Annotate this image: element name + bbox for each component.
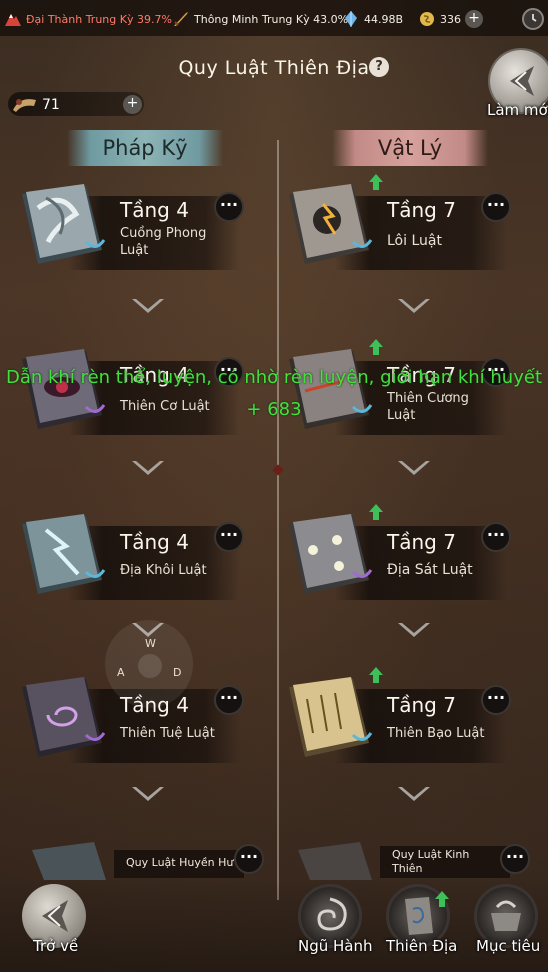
chevron-down-icon (398, 299, 430, 313)
reward-notification-text: Dẫn khí rèn thể, luyện, có nhờ rèn luyện… (5, 367, 543, 388)
realm-stat: Đại Thành Trung Kỳ 39.7% (4, 10, 172, 28)
add-resource-button[interactable]: + (123, 95, 142, 114)
realm-stat-text: Đại Thành Trung Kỳ 39.7% (26, 12, 172, 26)
upgrade-arrow-icon (435, 891, 449, 907)
more-options-button[interactable]: ··· (500, 844, 530, 874)
card-tier: Tầng 4 (120, 198, 189, 222)
more-options-button[interactable]: ··· (481, 192, 511, 222)
card-tier: Tầng 4 (120, 530, 189, 554)
tome-icon (32, 842, 106, 880)
card-name: Thiên Tuệ Luật (120, 726, 215, 741)
column-header-phap-ky[interactable]: Pháp Kỹ (67, 130, 223, 166)
more-options-button[interactable]: ··· (214, 522, 244, 552)
joystick-key-w: W (145, 637, 156, 650)
crystal-icon (345, 11, 357, 27)
more-options-button[interactable]: ··· (481, 685, 511, 715)
more-options-button[interactable]: ··· (234, 844, 264, 874)
coin-icon (420, 12, 434, 26)
joystick-knob[interactable] (138, 654, 162, 678)
intellect-stat-text: Thông Minh Trung Kỳ 43.0% (194, 12, 349, 26)
card-name: Địa Sát Luật (387, 562, 473, 578)
skill-card-thien-co[interactable]: Tầng 4 Thiên Cơ Luật ··· (8, 345, 244, 445)
lightning-tome-icon (22, 514, 106, 594)
card-name: Cuồng Phong Luật (120, 226, 207, 258)
skill-card-loi-luat[interactable]: Tầng 7 Lôi Luật ··· (275, 174, 511, 280)
top-status-bar: Đại Thành Trung Kỳ 39.7% Thông Minh Trun… (0, 0, 548, 36)
scroll-icon (13, 99, 36, 112)
chevron-down-icon (398, 623, 430, 637)
skill-card-kinh-thien[interactable]: Quy Luật Kinh Thiên ··· (282, 840, 542, 880)
flower-tome-icon (289, 514, 373, 594)
card-tier: Tầng 7 (387, 693, 456, 717)
wind-tome-icon (22, 184, 106, 264)
chevron-down-icon (398, 787, 430, 801)
skill-card-huyen-hu[interactable]: Quy Luật Huyền Hư ··· (10, 840, 270, 880)
page-title: Quy Luật Thiên Địa (178, 57, 370, 79)
coin-value: 336 (440, 12, 461, 26)
resource-count: 71 (42, 97, 60, 113)
joystick-key-d: D (173, 666, 182, 679)
vortex-tome-icon (22, 677, 106, 757)
column-header-vat-ly[interactable]: Vật Lý (332, 130, 488, 166)
skill-card-dia-khoi[interactable]: Tầng 4 Địa Khôi Luật ··· (8, 510, 244, 610)
spirit-stone-value: 44.98B (364, 12, 404, 26)
card-name: Địa Khôi Luật (120, 563, 207, 578)
card-tier: Tầng 7 (387, 530, 456, 554)
chevron-down-icon (132, 787, 164, 801)
chevron-down-icon (132, 299, 164, 313)
sigil-tome-icon (289, 349, 373, 429)
reward-notification-value: + 683 (246, 399, 302, 420)
card-name: Quy Luật Kinh Thiên (392, 848, 470, 875)
muc-tieu-label: Mục tiêu (476, 937, 541, 955)
spirit-stone-stat: 44.98B (342, 10, 403, 28)
more-options-button[interactable]: ··· (481, 522, 511, 552)
refresh-label: Làm mới (487, 101, 548, 119)
chevron-down-icon (398, 461, 430, 475)
joystick-key-a: A (117, 666, 125, 679)
card-name: Quy Luật Huyền Hư (126, 856, 234, 869)
intellect-stat: Thông Minh Trung Kỳ 43.0% (172, 10, 348, 28)
skill-card-dia-sat[interactable]: Tầng 7 Địa Sát Luật ··· (275, 504, 511, 610)
clock-icon (532, 14, 537, 22)
golden-tome-icon (289, 677, 373, 757)
upgrade-arrow-icon (369, 339, 383, 355)
coin-stat: 336 + (418, 10, 483, 28)
more-options-button[interactable]: ··· (214, 685, 244, 715)
upgrade-arrow-icon (369, 504, 383, 520)
skill-card-thien-cuong[interactable]: Tầng 7 Thiên Cương Luật ··· (275, 339, 511, 445)
sword-icon (174, 12, 188, 26)
card-name: Thiên Bạo Luật (387, 726, 485, 741)
card-tier: Tầng 7 (387, 198, 456, 222)
add-coin-button[interactable]: + (465, 10, 483, 28)
card-name: Lôi Luật (387, 233, 442, 249)
skill-card-thien-bao[interactable]: Tầng 7 Thiên Bạo Luật ··· (275, 667, 511, 773)
help-button[interactable]: ? (369, 57, 389, 77)
clock-button[interactable] (522, 8, 544, 30)
back-label: Trở về (33, 937, 79, 955)
ngu-hanh-label: Ngũ Hành (298, 937, 373, 955)
upgrade-arrow-icon (369, 174, 383, 190)
skill-card-cuong-phong[interactable]: Tầng 4 Cuồng Phong Luật ··· (8, 180, 244, 280)
tome-icon (298, 842, 372, 880)
chevron-down-icon (132, 461, 164, 475)
more-options-button[interactable]: ··· (214, 192, 244, 222)
mountain-icon (5, 14, 21, 26)
thunder-tome-icon (289, 184, 373, 264)
thien-dia-label: Thiên Địa (386, 937, 458, 955)
upgrade-arrow-icon (369, 667, 383, 683)
eye-tome-icon (22, 349, 106, 429)
